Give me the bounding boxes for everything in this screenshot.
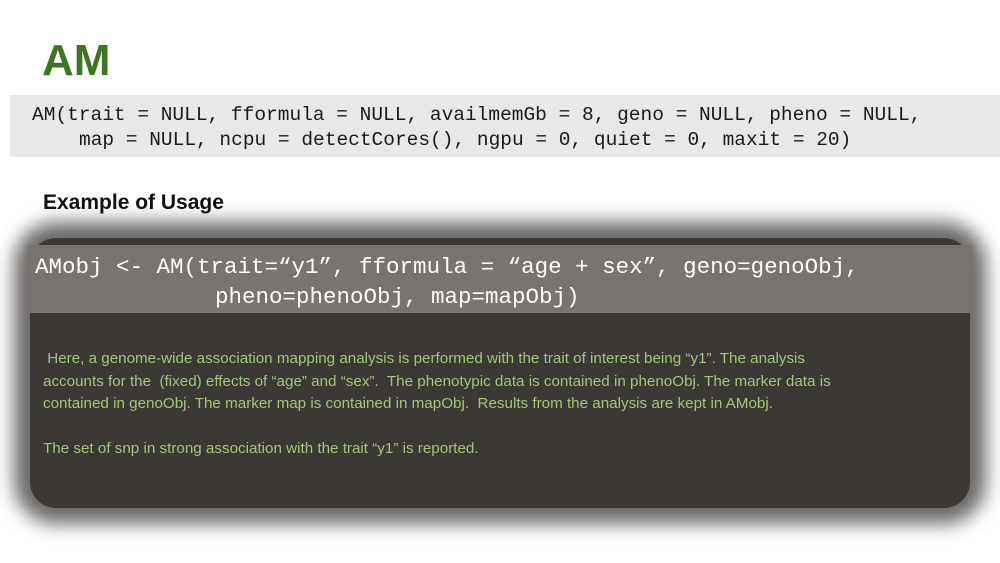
example-code-line: AMobj <- AM(trait=“y1”, fformula = “age … [35,254,859,280]
page-title: AM [42,36,111,85]
description-line: contained in genoObj. The marker map is … [43,395,773,412]
result-note: The set of snp in strong association wit… [43,439,479,457]
example-heading: Example of Usage [43,191,224,214]
example-description: Here, a genome-wide association mapping … [43,348,963,460]
description-line: Here, a genome-wide association mapping … [43,350,805,367]
example-code-block: AMobj <- AM(trait=“y1”, fformula = “age … [28,245,972,313]
example-code-line: pheno=phenoObj, map=mapObj) [215,284,580,310]
signature-line: map = NULL, ncpu = detectCores(), ngpu =… [79,129,852,151]
signature-line: AM(trait = NULL, fformula = NULL, availm… [32,104,922,126]
description-line: accounts for the (fixed) effects of “age… [43,372,831,390]
function-signature-block: AM(trait = NULL, fformula = NULL, availm… [10,95,1000,157]
